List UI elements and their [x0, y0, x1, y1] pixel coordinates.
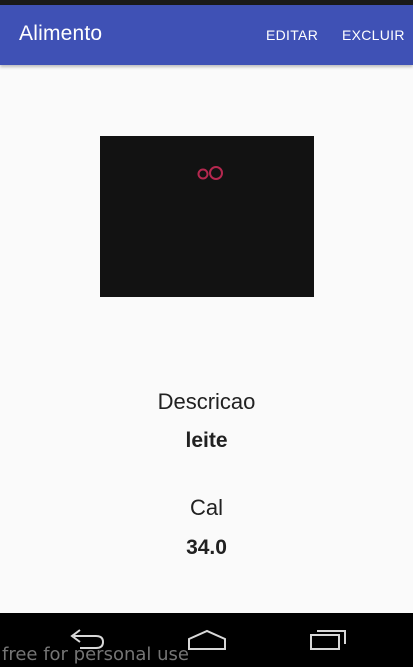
app-title: Alimento: [19, 22, 103, 45]
app-bar: Alimento EDITAR EXCLUIR: [0, 5, 413, 65]
description-value: leite: [185, 429, 228, 452]
calories-label: Cal: [189, 495, 223, 520]
delete-button[interactable]: EXCLUIR: [342, 27, 405, 43]
edit-button[interactable]: EDITAR: [266, 27, 318, 43]
calories-value: 34.0: [186, 536, 227, 559]
watermark: free for personal use: [2, 644, 189, 665]
recent-apps-icon[interactable]: [308, 627, 350, 653]
home-icon[interactable]: [186, 627, 228, 653]
food-photo: [100, 136, 314, 297]
description-label: Descricao: [157, 389, 256, 414]
glasses-icon: [197, 166, 223, 180]
